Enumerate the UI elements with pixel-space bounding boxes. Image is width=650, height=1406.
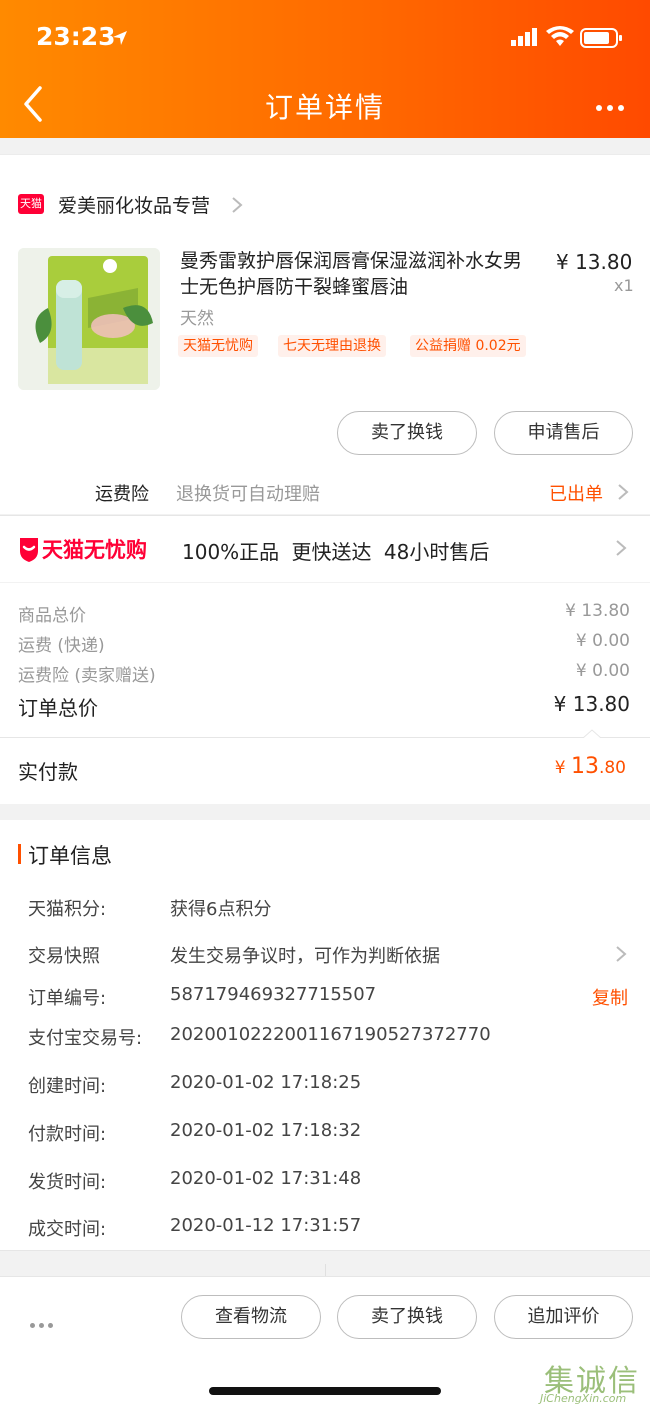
info-value[interactable]: 发生交易争议时，可作为判断依据 — [170, 942, 440, 968]
add-review-button[interactable]: 追加评价 — [494, 1295, 633, 1339]
divider — [325, 1264, 326, 1276]
info-value: 2020-01-02 17:31:48 — [170, 1168, 362, 1189]
guarantee-brand: 天猫无忧购 — [42, 538, 147, 562]
tmall-shield-icon — [20, 538, 38, 562]
amount-paid-value: ¥ 13.80 — [555, 754, 626, 779]
shop-name[interactable]: 爱美丽化妆品专营 — [58, 191, 210, 218]
section-title: 订单信息 — [28, 844, 112, 868]
info-label: 创建时间: — [28, 1076, 107, 1097]
info-label: 天猫积分: — [28, 899, 107, 920]
amount-paid-label: 实付款 — [18, 760, 78, 784]
chevron-right-icon[interactable] — [614, 539, 628, 557]
price-row-value: ¥ 0.00 — [575, 661, 630, 681]
service-tag: 七天无理由退换 — [278, 335, 386, 357]
copy-order-number-button[interactable]: 复制 — [592, 984, 628, 1010]
page-title: 订单详情 — [264, 91, 385, 124]
pointer-notch-icon — [583, 729, 601, 739]
watermark-url: JiChengXin.com — [540, 1392, 627, 1405]
tmall-badge: 天猫 — [18, 194, 44, 214]
product-price: ¥ 13.80 — [556, 250, 633, 274]
product-title[interactable]: 曼秀雷敦护唇保润唇膏保湿滋润补水女男士无色护唇防干裂蜂蜜唇油 — [180, 248, 540, 300]
location-arrow-icon — [113, 31, 127, 45]
section-accent-bar — [18, 844, 21, 864]
chevron-right-icon[interactable] — [230, 196, 244, 214]
paid-decimal: .80 — [598, 758, 626, 778]
product-quantity: x1 — [614, 276, 634, 295]
paid-integer: 13 — [570, 754, 599, 779]
view-logistics-button[interactable]: 查看物流 — [181, 1295, 321, 1339]
home-indicator[interactable] — [209, 1387, 441, 1395]
info-value: 2020-01-02 17:18:25 — [170, 1072, 362, 1093]
order-total-label: 订单总价 — [18, 696, 98, 720]
service-tag: 天猫无忧购 — [178, 335, 258, 357]
cellular-signal-icon — [511, 28, 537, 46]
after-sale-button[interactable]: 申请售后 — [494, 411, 633, 455]
shipping-insurance-desc: 退换货可自动理赔 — [176, 484, 320, 505]
sell-for-cash-button[interactable]: 卖了换钱 — [337, 411, 477, 455]
navigation-bar: 23:23 订单详情 — [0, 0, 650, 138]
wifi-icon — [546, 26, 574, 46]
chevron-right-icon[interactable] — [616, 483, 630, 501]
price-row-label: 商品总价 — [18, 606, 86, 626]
price-row-label: 运费险 (卖家赠送) — [18, 666, 156, 686]
info-value: 获得6点积分 — [170, 899, 272, 920]
info-value: 2020010222001167190527372770 — [170, 1024, 491, 1045]
shipping-insurance-label: 运费险 — [95, 484, 149, 505]
divider — [0, 737, 650, 738]
product-sku: 天然 — [180, 309, 214, 329]
info-label: 成交时间: — [28, 1219, 107, 1240]
divider — [0, 1250, 650, 1251]
guarantee-features[interactable]: 100%正品 更快送达 48小时售后 — [182, 536, 489, 565]
order-number: 587179469327715507 — [170, 984, 377, 1005]
order-total-value: ¥ 13.80 — [553, 692, 630, 716]
divider — [0, 582, 650, 583]
shipping-insurance-status[interactable]: 已出单 — [549, 480, 603, 506]
status-time: 23:23 — [36, 22, 116, 51]
more-actions-icon[interactable] — [30, 1313, 60, 1328]
info-label: 发货时间: — [28, 1172, 107, 1193]
product-image[interactable] — [18, 248, 160, 390]
info-value: 2020-01-02 17:18:32 — [170, 1120, 362, 1141]
info-label: 付款时间: — [28, 1124, 107, 1145]
info-label[interactable]: 交易快照 — [28, 942, 100, 968]
price-row-value: ¥ 13.80 — [565, 601, 630, 621]
info-value: 2020-01-12 17:31:57 — [170, 1215, 362, 1236]
sell-for-cash-button[interactable]: 卖了换钱 — [337, 1295, 477, 1339]
divider — [0, 154, 650, 155]
info-label: 支付宝交易号: — [28, 1028, 143, 1049]
more-options-icon[interactable] — [596, 96, 632, 111]
paid-currency: ¥ — [554, 758, 571, 778]
price-row-label: 运费 (快递) — [18, 636, 105, 656]
info-label: 订单编号: — [28, 988, 107, 1009]
battery-icon — [580, 28, 622, 48]
price-row-value: ¥ 0.00 — [575, 631, 630, 651]
chevron-right-icon[interactable] — [614, 945, 628, 963]
service-tag: 公益捐赠 0.02元 — [410, 335, 526, 357]
